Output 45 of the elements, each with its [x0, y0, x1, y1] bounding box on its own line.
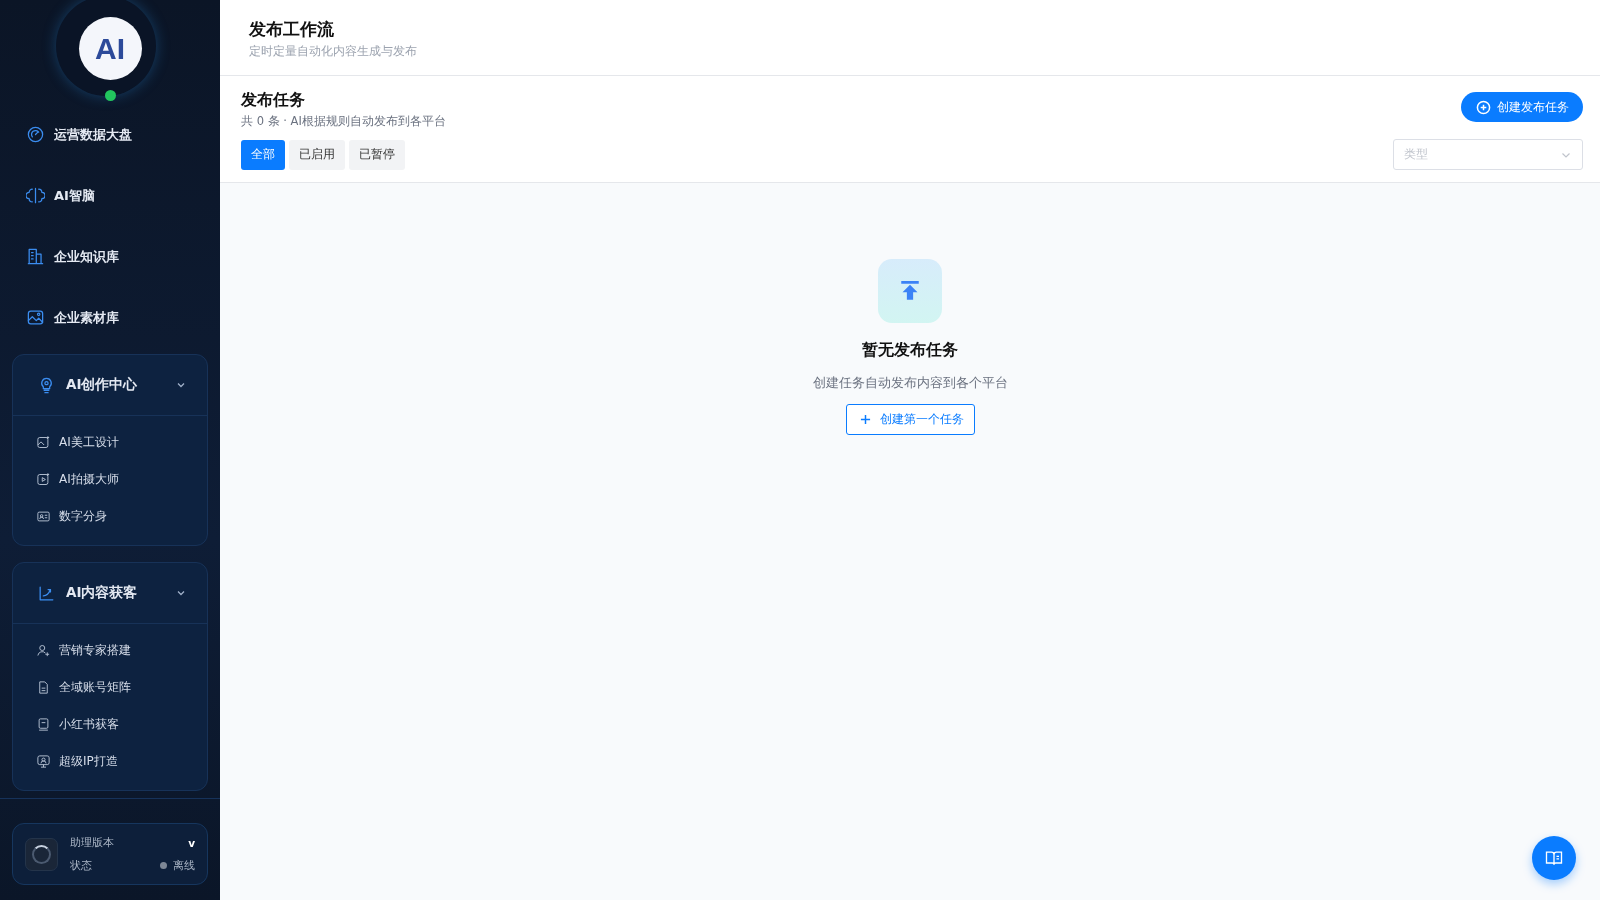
empty-text: 创建任务自动发布内容到各个平台: [812, 375, 1008, 392]
sidebar-item-icon: [26, 186, 45, 205]
submenu-icon: [36, 435, 51, 450]
menu-group-header[interactable]: AI内容获客: [13, 563, 207, 624]
section-summary: 共 0 条 · AI根据规则自动发布到各平台: [241, 114, 446, 129]
submenu-item[interactable]: 营销专家搭建: [13, 632, 207, 669]
sidebar-item[interactable]: AI智脑: [0, 165, 220, 226]
version-text: v: [188, 836, 195, 849]
submenu-icon: [36, 509, 51, 524]
help-button[interactable]: [1532, 836, 1576, 880]
sidebar-item[interactable]: 运营数据大盘: [0, 104, 220, 165]
submenu-item[interactable]: AI拍摄大师: [13, 461, 207, 498]
status-text: 离线: [173, 858, 195, 873]
submenu-icon: [36, 680, 51, 695]
plus-icon: [859, 414, 871, 425]
submenu-icon: [36, 643, 51, 658]
assistant-title: 助理版本: [70, 835, 114, 850]
submenu-item[interactable]: AI美工设计: [13, 424, 207, 461]
loading-icon: [25, 837, 58, 871]
sidebar-item-icon: [26, 308, 45, 327]
plus-circle-icon: [1476, 99, 1491, 115]
submenu-item[interactable]: 超级IP打造: [13, 743, 207, 780]
sidebar-item[interactable]: 企业知识库: [0, 226, 220, 287]
status-dot: [105, 90, 116, 101]
page-title: 发布工作流: [249, 18, 335, 41]
create-task-button[interactable]: 创建发布任务: [1461, 92, 1583, 122]
page-subtitle: 定时定量自动化内容生成与发布: [249, 44, 418, 59]
submenu-item[interactable]: 数字分身: [13, 498, 207, 535]
status-label: 状态: [70, 858, 92, 873]
submenu-icon: [36, 472, 51, 487]
submenu-icon: [36, 754, 51, 769]
submenu-item[interactable]: 小红书获客: [13, 706, 207, 743]
submenu-icon: [36, 717, 51, 732]
sidebar-item-icon: [26, 247, 45, 266]
empty-title: 暂无发布任务: [862, 340, 958, 361]
create-first-task-button[interactable]: 创建第一个任务: [845, 404, 975, 435]
filter-tab[interactable]: 已启用: [289, 139, 345, 170]
menu-group-header[interactable]: AI创作中心: [13, 355, 207, 416]
section-title: 发布任务: [241, 90, 306, 111]
filter-tab[interactable]: 全部: [241, 139, 285, 170]
sidebar-item-icon: [26, 125, 45, 144]
sidebar-item[interactable]: 企业素材库: [0, 287, 220, 348]
submenu-item[interactable]: 全域账号矩阵: [13, 669, 207, 706]
filter-tab[interactable]: 已暂停: [349, 139, 405, 170]
upload-icon: [878, 259, 942, 323]
